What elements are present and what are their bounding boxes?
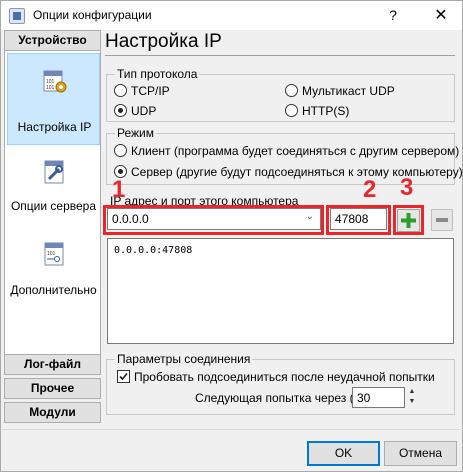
next-try-input[interactable]: 30 <box>352 387 405 408</box>
radio-circle <box>114 144 127 157</box>
nav-label: Дополнительно <box>10 283 97 297</box>
title-bar: Опции конфигурации ? ✕ <box>1 1 462 30</box>
annotation-box-ip <box>103 205 324 235</box>
annotation-box-add <box>393 205 424 235</box>
protocol-legend: Тип протокола <box>115 67 200 81</box>
mode-legend: Режим <box>115 126 156 140</box>
remove-address-button[interactable] <box>431 209 453 231</box>
network-config-icon: 101 101 <box>43 70 67 93</box>
next-try-value: 30 <box>357 391 371 405</box>
category-sidebar: Устройство 101 101 Настройка IP Опции се… <box>2 30 102 471</box>
nav-label: Опции сервера <box>10 199 97 213</box>
radio-circle <box>285 84 298 97</box>
close-button[interactable]: ✕ <box>421 1 461 30</box>
radio-tcp-label: TCP/IP <box>131 84 170 98</box>
list-item[interactable]: 0.0.0.0:47808 <box>114 245 192 256</box>
svg-text:101: 101 <box>47 251 56 257</box>
retry-checkbox-label: Пробовать подсоединиться после неудачной… <box>134 370 435 384</box>
cancel-button[interactable]: Отмена <box>384 441 457 466</box>
app-icon <box>9 8 25 24</box>
category-device-button[interactable]: Устройство <box>4 30 101 51</box>
nav-item-ip-settings[interactable]: 101 101 Настройка IP <box>7 53 100 145</box>
radio-http[interactable]: HTTP(S) <box>285 104 349 118</box>
additional-icon: 101 <box>44 242 64 266</box>
radio-http-label: HTTP(S) <box>302 104 350 118</box>
annotation-number-2: 2 <box>363 176 377 203</box>
config-dialog: Опции конфигурации ? ✕ Устройство 101 10… <box>0 0 463 472</box>
annotation-number-1: 1 <box>112 176 126 203</box>
radio-circle-selected <box>114 104 127 117</box>
radio-client-label: Клиент (программа будет соединяться с др… <box>131 144 460 158</box>
footer-divider <box>2 429 463 430</box>
server-options-icon <box>44 160 64 184</box>
stepper-up-icon[interactable]: ▲ <box>406 387 418 397</box>
protocol-group: Тип протокола <box>106 67 455 122</box>
next-try-label: Следующая попытка через (с) <box>195 391 364 405</box>
page-title: Настройка IP <box>105 31 222 52</box>
radio-multicast-label: Мультикаст UDP <box>302 84 395 98</box>
radio-circle <box>114 84 127 97</box>
stepper-down-icon[interactable]: ▼ <box>406 397 418 407</box>
category-modules-button[interactable]: Модули <box>4 402 101 423</box>
radio-udp[interactable]: UDP <box>114 104 156 118</box>
next-try-stepper[interactable]: ▲ ▼ <box>406 387 418 408</box>
category-log-file-button[interactable]: Лог-файл <box>4 354 101 375</box>
ok-button[interactable]: OK <box>307 441 380 466</box>
nav-item-server-options[interactable]: Опции сервера <box>7 159 100 217</box>
svg-text:101: 101 <box>46 85 55 91</box>
connection-legend: Параметры соединения <box>115 352 253 366</box>
category-other-button[interactable]: Прочее <box>4 378 101 399</box>
checkmark-icon <box>119 372 128 381</box>
radio-client[interactable]: Клиент (программа будет соединяться с др… <box>114 144 459 158</box>
radio-tcp[interactable]: TCP/IP <box>114 84 170 98</box>
checkbox-box <box>117 370 130 383</box>
nav-list: 101 101 Настройка IP Опции сервера 101 Д… <box>4 50 101 374</box>
nav-item-additional[interactable]: 101 Дополнительно <box>7 241 100 299</box>
window-title: Опции конфигурации <box>33 8 152 22</box>
address-list[interactable]: 0.0.0.0:47808 <box>107 238 454 344</box>
minus-icon <box>436 218 448 222</box>
annotation-box-port <box>326 205 391 235</box>
annotation-number-3: 3 <box>400 174 414 201</box>
retry-checkbox[interactable]: Пробовать подсоединиться после неудачной… <box>117 370 435 384</box>
help-button[interactable]: ? <box>376 1 410 30</box>
radio-multicast[interactable]: Мультикаст UDP <box>285 84 395 98</box>
radio-circle <box>285 104 298 117</box>
nav-label: Настройка IP <box>17 120 92 134</box>
radio-udp-label: UDP <box>131 104 157 118</box>
header-divider <box>105 55 455 56</box>
